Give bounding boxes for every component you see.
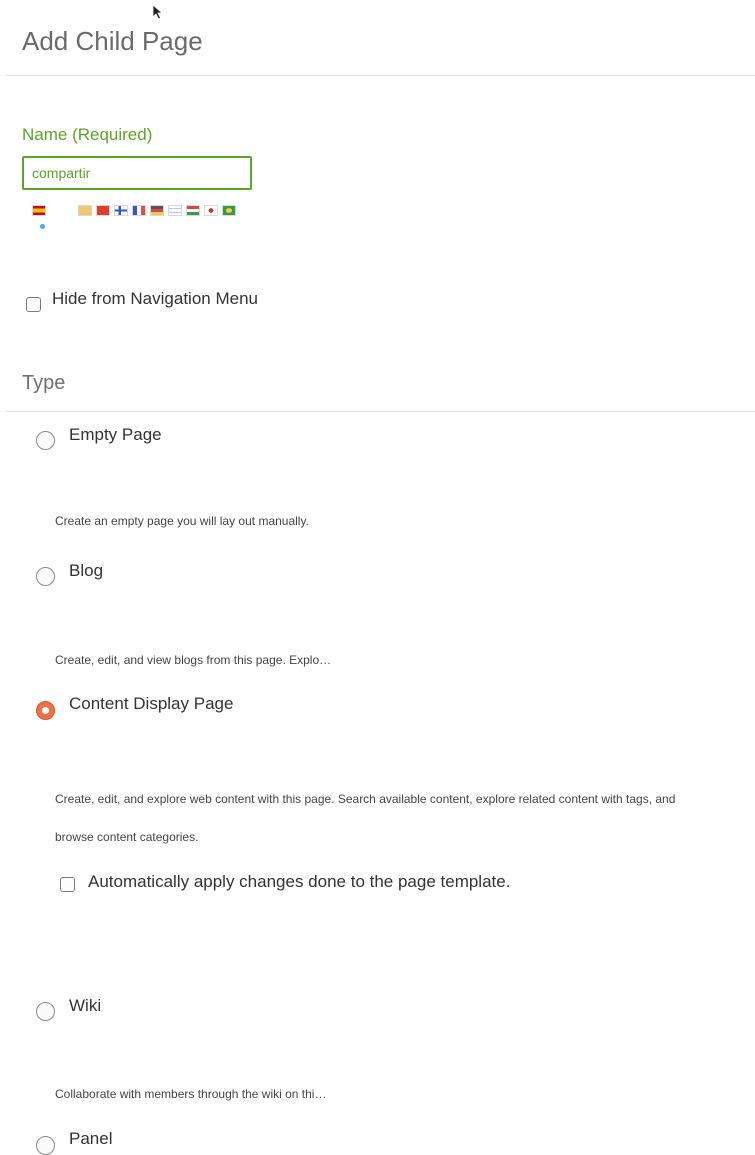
radio-label-blog[interactable]: Blog	[69, 561, 103, 581]
flag-jp-icon[interactable]	[204, 205, 218, 216]
radio-blog[interactable]	[36, 567, 55, 586]
hide-from-navigation-checkbox[interactable]	[26, 297, 41, 312]
flag-es-variant-icon[interactable]	[78, 205, 92, 216]
apply-template-changes-label[interactable]: Automatically apply changes done to the …	[88, 872, 510, 892]
radio-label-content-display-page[interactable]: Content Display Page	[69, 694, 233, 714]
radio-label-wiki[interactable]: Wiki	[69, 996, 101, 1016]
flag-hu-icon[interactable]	[186, 205, 200, 216]
name-field-label: Name (Required)	[22, 125, 153, 144]
description-blog: Create, edit, and view blogs from this p…	[55, 653, 332, 667]
selected-language-indicator	[40, 224, 45, 229]
radio-label-panel[interactable]: Panel	[69, 1129, 112, 1149]
name-input[interactable]	[22, 156, 252, 190]
description-wiki: Collaborate with members through the wik…	[55, 1087, 327, 1101]
description-empty-page: Create an empty page you will lay out ma…	[55, 514, 309, 528]
apply-template-changes-checkbox[interactable]	[60, 877, 75, 892]
radio-label-empty-page[interactable]: Empty Page	[69, 425, 162, 445]
cursor-icon	[152, 4, 164, 20]
radio-panel[interactable]	[36, 1136, 55, 1155]
flag-cn-icon[interactable]	[96, 205, 110, 216]
type-section-title: Type	[22, 372, 66, 394]
page-title: Add Child Page	[22, 26, 203, 56]
type-divider	[6, 411, 755, 412]
flag-fi-icon[interactable]	[114, 205, 128, 216]
description-content-display-page: Create, edit, and explore web content wi…	[55, 792, 676, 844]
flag-fr-icon[interactable]	[132, 205, 146, 216]
radio-content-display-page[interactable]	[36, 701, 55, 720]
header-divider	[6, 75, 755, 76]
radio-empty-page[interactable]	[36, 431, 55, 450]
hide-from-navigation-label[interactable]: Hide from Navigation Menu	[52, 289, 258, 309]
flag-br-icon[interactable]	[222, 205, 236, 216]
flag-es-icon[interactable]	[32, 205, 46, 216]
flag-il-icon[interactable]	[168, 205, 182, 216]
flag-de-icon[interactable]	[150, 205, 164, 216]
radio-wiki[interactable]	[36, 1002, 55, 1021]
